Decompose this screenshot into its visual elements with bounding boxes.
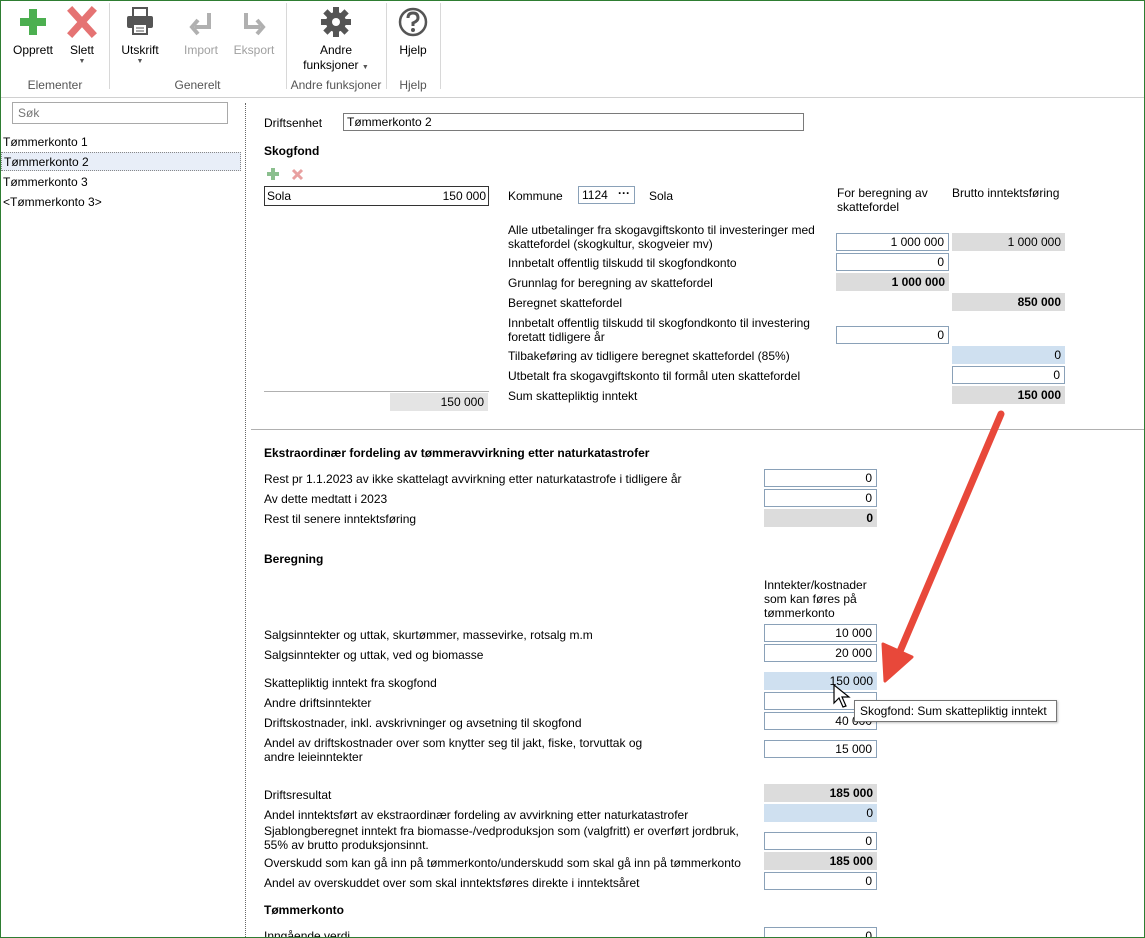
annotation-arrow — [881, 410, 1005, 683]
tooltip: Skogfond: Sum skattepliktig inntekt — [854, 700, 1057, 722]
arrow-shaft — [894, 410, 1005, 660]
app-window: Opprett Slett ▼ Utskrift ▼ Import Ekspor… — [0, 0, 1145, 938]
arrow-head — [881, 642, 914, 683]
mouse-cursor-icon — [833, 684, 851, 708]
